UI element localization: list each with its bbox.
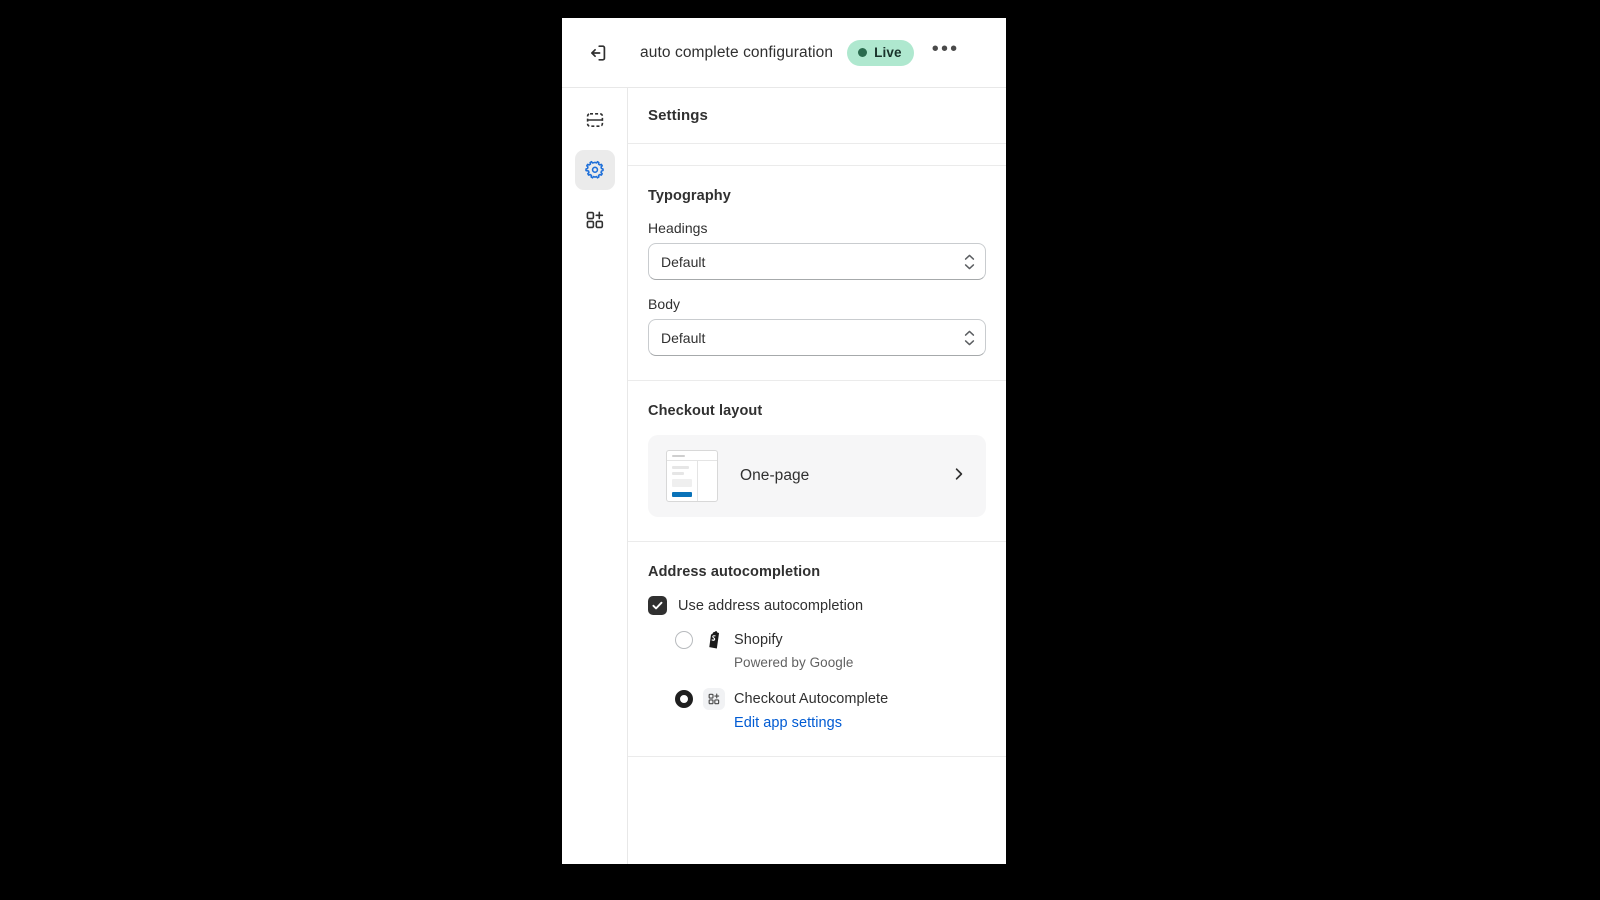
address-autocompletion-section: Address autocompletion Use address autoc… [628,542,1006,757]
headings-select-wrap: Default [648,243,986,280]
settings-scroll-area[interactable]: Typography Headings Default Body Default… [628,166,1006,864]
provider-shopify-head: Shopify [703,629,986,651]
app-blocks-add-icon [586,211,603,229]
thumbnail-side-column [698,461,717,501]
exit-icon [591,44,606,61]
checkout-layout-section-title: Checkout layout [648,403,763,419]
one-page-layout-thumbnail-icon [666,450,718,502]
provider-radio-checkout-autocomplete[interactable] [675,690,693,708]
use-address-autocompletion-label: Use address autocompletion [678,597,864,614]
status-badge: Live [847,39,914,66]
settings-panel: Settings Typography Headings Default Bod… [628,88,1006,864]
status-badge-label: Live [874,45,902,60]
thumbnail-topbar-line [672,454,685,457]
editor-title: auto complete configuration [640,43,834,61]
provider-shopify-title: Shopify [734,632,783,648]
checkout-layout-section: Checkout layout One-page [628,381,1006,542]
address-autocompletion-section-title: Address autocompletion [648,564,821,580]
checkout-layout-option-label: One-page [740,467,810,484]
headings-select-value: Default [661,253,706,270]
checkout-layout-option-card[interactable]: One-page [648,435,986,517]
body-select-wrap: Default [648,319,986,356]
provider-checkout-autocomplete-head: Checkout Autocomplete [703,688,986,710]
edit-app-settings-link[interactable]: Edit app settings [734,715,842,731]
typography-section-title: Typography [648,188,731,204]
editor-body: Settings Typography Headings Default Bod… [562,88,1006,864]
provider-option-checkout-autocomplete[interactable]: Checkout Autocomplete Edit app settings [675,688,986,732]
provider-checkout-autocomplete-title: Checkout Autocomplete [734,691,889,707]
sidebar-item-sections[interactable] [575,100,615,140]
provider-radio-shopify[interactable] [675,631,693,649]
editor-sidebar-rail [562,88,628,864]
headings-select[interactable]: Default [648,243,986,280]
thumbnail-accent-bar [672,492,693,497]
provider-shopify-content: Shopify Powered by Google [703,629,986,670]
body-select-value: Default [661,329,706,346]
exit-editor-button[interactable] [582,37,614,69]
screen: auto complete configuration Live ••• Set… [0,0,1600,900]
checkout-editor-window: auto complete configuration Live ••• Set… [562,18,1006,864]
thumbnail-body [667,461,717,501]
panel-divider [628,144,1006,166]
body-label: Body [648,296,681,312]
editor-topbar: auto complete configuration Live ••• [562,18,1006,88]
provider-shopify-subtitle: Powered by Google [734,655,854,670]
thumbnail-line [672,466,689,469]
panel-bottom-stub [628,757,1006,773]
more-options-button[interactable]: ••• [931,38,961,68]
thumbnail-line [672,472,685,475]
thumbnail-main-column [667,461,699,501]
typography-section: Typography Headings Default Body Default [628,166,1006,381]
thumbnail-topbar [667,451,717,461]
status-dot-icon [858,48,868,57]
headings-label: Headings [648,220,708,236]
use-address-autocompletion-row[interactable]: Use address autocompletion [648,596,986,615]
sidebar-item-app-blocks[interactable] [575,200,615,240]
use-address-autocompletion-checkbox[interactable] [648,596,667,615]
provider-checkout-autocomplete-content: Checkout Autocomplete Edit app settings [703,688,986,732]
autocompletion-provider-group: Shopify Powered by Google Checkout Autoc… [648,629,986,732]
app-blocks-icon [703,688,725,710]
shopify-bag-icon [703,629,725,651]
sections-icon [586,113,603,127]
chevron-right-icon [952,464,966,489]
page-title: Settings [648,107,708,124]
body-select[interactable]: Default [648,319,986,356]
thumbnail-block [672,479,693,487]
provider-option-shopify[interactable]: Shopify Powered by Google [675,629,986,670]
check-icon [652,601,663,610]
settings-gear-icon [584,160,604,179]
sidebar-item-settings[interactable] [574,150,615,190]
settings-panel-header: Settings [628,88,1006,144]
